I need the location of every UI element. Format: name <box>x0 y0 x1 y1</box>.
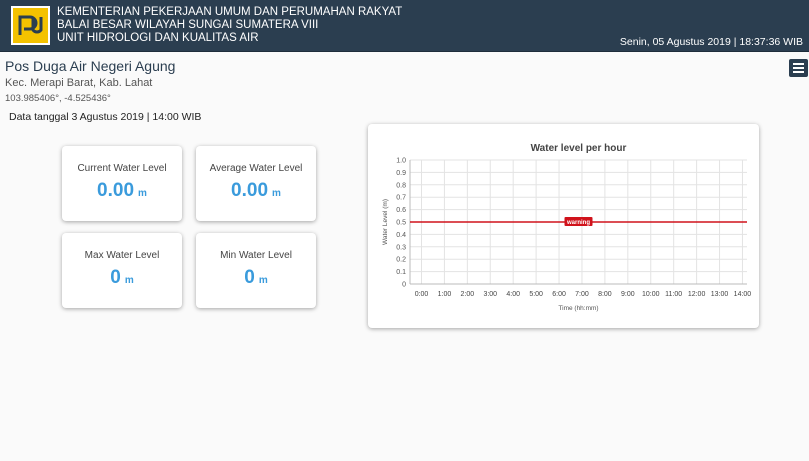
x-tick-label: 0:00 <box>415 291 429 298</box>
card-label: Max Water Level <box>84 250 160 261</box>
organization-name: KEMENTERIAN PEKERJAAN UMUM DAN PERUMAHAN… <box>57 6 402 45</box>
card-value: 0.00 m <box>62 180 182 202</box>
card-unit: m <box>272 188 281 199</box>
card-label: Current Water Level <box>77 163 167 174</box>
y-tick-label: 0.4 <box>396 232 406 239</box>
org-line-balai: BALAI BESAR WILAYAH SUNGAI SUMATERA VIII <box>57 19 319 31</box>
x-tick-label: 4:00 <box>506 291 520 298</box>
y-tick-label: 0.7 <box>396 195 406 202</box>
station-location: Kec. Merapi Barat, Kab. Lahat <box>5 77 153 89</box>
x-tick-label: 3:00 <box>483 291 497 298</box>
warning-label: warning <box>566 220 590 226</box>
hamburger-menu-icon[interactable] <box>789 59 808 77</box>
x-axis-label: Time (hh:mm) <box>558 305 598 312</box>
y-tick-label: 0.9 <box>396 170 406 177</box>
y-tick-label: 0 <box>402 282 406 289</box>
menu-bar <box>793 63 804 65</box>
card-value-number: 0.00 <box>97 180 135 201</box>
y-tick-label: 0.3 <box>396 244 406 251</box>
current-water-level-card: Current Water Level 0.00 m <box>62 146 182 221</box>
x-tick-label: 5:00 <box>529 291 543 298</box>
card-value-number: 0.00 <box>231 180 269 201</box>
x-tick-label: 1:00 <box>438 291 452 298</box>
x-tick-label: 11:00 <box>665 291 682 298</box>
data-date: Data tanggal 3 Agustus 2019 | 14:00 WIB <box>9 111 202 123</box>
pupr-logo-icon <box>11 6 50 45</box>
card-value: 0m <box>62 267 182 289</box>
y-axis-label: Water Level (m) <box>382 199 389 245</box>
card-value: 0m <box>196 267 316 289</box>
water-level-chart: Water level per hour 0 0.1 0.2 0.3 0.4 0.5 0.6 0… <box>382 143 752 312</box>
org-line-unit: UNIT HIDROLOGI DAN KUALITAS AIR <box>57 32 259 44</box>
x-tick-label: 13:00 <box>711 291 729 298</box>
card-value-number: 0 <box>244 267 255 288</box>
card-value: 0.00 m <box>196 180 316 202</box>
x-tick-label: 14:00 <box>734 291 752 298</box>
card-label: Average Water Level <box>209 163 303 174</box>
max-water-level-card: Max Water Level 0m <box>62 233 182 308</box>
y-tick-label: 0.6 <box>396 207 406 214</box>
x-tick-label: 6:00 <box>552 291 566 298</box>
x-tick-label: 9:00 <box>621 291 635 298</box>
org-line-ministry: KEMENTERIAN PEKERJAAN UMUM DAN PERUMAHAN… <box>57 6 403 18</box>
average-water-level-card: Average Water Level 0.00 m <box>196 146 316 221</box>
x-tick-label: 2:00 <box>461 291 475 298</box>
y-tick-label: 0.2 <box>396 257 406 264</box>
chart-title: Water level per hour <box>531 143 627 154</box>
y-tick-label: 0.5 <box>396 220 406 227</box>
card-unit: m <box>258 275 268 286</box>
header-datetime: Senin, 05 Agustus 2019 | 18:37:36 WIB <box>619 36 803 48</box>
water-level-chart-card: Water level per hour 0 0.1 0.2 0.3 0.4 0.5 0.6 0… <box>368 124 759 328</box>
y-tick-label: 0.1 <box>396 269 406 276</box>
min-water-level-card: Min Water Level 0m <box>196 233 316 308</box>
x-tick-label: 8:00 <box>598 291 612 298</box>
card-unit: m <box>124 275 134 286</box>
page-header: KEMENTERIAN PEKERJAAN UMUM DAN PERUMAHAN… <box>0 0 809 52</box>
x-tick-label: 10:00 <box>642 291 660 298</box>
y-tick-label: 0.8 <box>396 182 406 189</box>
x-tick-label: 12:00 <box>688 291 706 298</box>
menu-bar <box>793 67 804 69</box>
station-title: Pos Duga Air Negeri Agung <box>5 58 176 74</box>
card-label: Min Water Level <box>220 250 292 261</box>
card-unit: m <box>138 188 147 199</box>
y-tick-label: 1.0 <box>396 158 406 165</box>
menu-bar <box>793 71 804 73</box>
station-coordinates: 103.985406°, -4.525436° <box>5 93 111 104</box>
x-tick-label: 7:00 <box>575 291 589 298</box>
card-value-number: 0 <box>110 267 121 288</box>
